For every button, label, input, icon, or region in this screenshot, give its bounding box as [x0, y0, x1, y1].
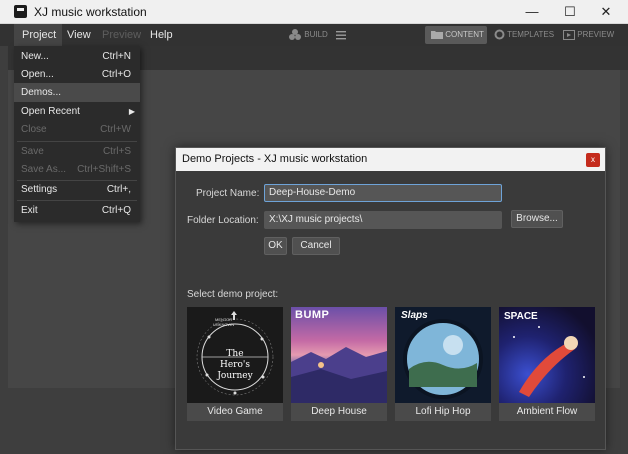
project-name-label: Project Name:	[196, 188, 260, 199]
menu-item-open-recent[interactable]: Open Recent ▶	[14, 102, 140, 121]
porthole-icon	[403, 319, 483, 399]
menu-item-label: Save	[21, 146, 44, 157]
content-label: CONTENT	[445, 30, 484, 39]
art-title: SPACE	[504, 311, 538, 322]
art-title: BUMP	[295, 309, 330, 321]
menu-project[interactable]: Project	[22, 29, 56, 41]
templates-icon	[494, 29, 505, 40]
minimize-button[interactable]: —	[514, 0, 550, 24]
menu-item-close[interactable]: Close Ctrl+W	[14, 120, 140, 139]
app-icon	[14, 5, 27, 18]
project-name-input[interactable]: Deep-House-Demo	[264, 184, 502, 202]
ambient-flow-artwork: SPACE	[499, 307, 595, 403]
close-window-button[interactable]: ✕	[588, 0, 624, 24]
menu-item-open[interactable]: Open... Ctrl+O	[14, 65, 140, 84]
deep-house-artwork: BUMP	[291, 307, 387, 403]
menu-item-shortcut: Ctrl+S	[102, 146, 131, 157]
window-title: XJ music workstation	[34, 5, 147, 19]
preview-icon	[563, 29, 575, 40]
video-game-artwork: MENTOR UNKNOWN The Hero's Journey	[187, 307, 283, 403]
demo-caption: Video Game	[207, 406, 263, 417]
menu-item-label: Save As...	[21, 164, 67, 175]
menu-item-demos[interactable]: Demos...	[14, 83, 140, 102]
cancel-button[interactable]: Cancel	[292, 237, 340, 255]
menu-item-shortcut: Ctrl+,	[106, 184, 131, 195]
art-title-line: The	[226, 349, 244, 359]
dialog-title: Demo Projects - XJ music workstation	[182, 153, 368, 165]
art-title-line: Hero's	[220, 360, 250, 370]
menu-item-shortcut: Ctrl+Q	[101, 205, 131, 216]
templates-label: TEMPLATES	[507, 30, 555, 39]
menu-preview[interactable]: Preview	[102, 29, 141, 41]
hamburger-icon[interactable]	[336, 30, 346, 40]
demo-tile-deep-house[interactable]: BUMP Deep House	[291, 307, 387, 421]
submenu-arrow-icon: ▶	[128, 107, 135, 116]
demo-tile-video-game[interactable]: MENTOR UNKNOWN The Hero's Journey Video …	[187, 307, 283, 421]
menu-item-save[interactable]: Save Ctrl+S	[14, 142, 140, 161]
dialog-title-bar: Demo Projects - XJ music workstation x	[176, 148, 605, 171]
menu-item-shortcut: Ctrl+O	[101, 69, 131, 80]
build-button[interactable]: BUILD	[288, 26, 328, 44]
menu-help[interactable]: Help	[150, 29, 173, 41]
select-demo-label: Select demo project:	[187, 289, 279, 300]
browse-button[interactable]: Browse...	[511, 210, 563, 228]
folder-icon	[431, 31, 443, 40]
ok-button[interactable]: OK	[264, 237, 287, 255]
art-title: The Hero's Journey	[187, 349, 283, 382]
menu-item-exit[interactable]: Exit Ctrl+Q	[14, 201, 140, 220]
landscape-icon	[291, 347, 387, 403]
menu-item-new[interactable]: New... Ctrl+N	[14, 47, 140, 66]
folder-location-label: Folder Location:	[187, 215, 259, 226]
menu-item-label: Open...	[21, 69, 54, 80]
demo-projects-dialog: Demo Projects - XJ music workstation x P…	[175, 147, 606, 450]
menu-item-label: Close	[21, 124, 47, 135]
menu-item-label: Demos...	[21, 87, 62, 98]
lofi-hip-hop-artwork: Slaps	[395, 307, 491, 403]
menu-item-label: Exit	[21, 205, 38, 216]
project-menu: New... Ctrl+N Open... Ctrl+O Demos... Op…	[14, 46, 140, 222]
demo-caption: Deep House	[311, 406, 367, 417]
menu-item-save-as[interactable]: Save As... Ctrl+Shift+S	[14, 160, 140, 179]
menu-item-shortcut: Ctrl+Shift+S	[77, 164, 131, 175]
menu-view[interactable]: View	[67, 29, 91, 41]
demo-tile-lofi-hip-hop[interactable]: Slaps Lofi Hip Hop	[395, 307, 491, 421]
title-bar: XJ music workstation — ☐ ✕	[0, 0, 628, 24]
art-small-text: UNKNOWN	[213, 322, 235, 327]
menu-item-settings[interactable]: Settings Ctrl+,	[14, 180, 140, 199]
demo-tile-ambient-flow[interactable]: SPACE Ambient Flow	[499, 307, 595, 421]
preview-label: PREVIEW	[577, 30, 615, 39]
preview-button[interactable]: PREVIEW	[563, 26, 614, 44]
menu-item-label: New...	[21, 51, 49, 62]
app-window: XJ music workstation — ☐ ✕ Project View …	[0, 0, 628, 454]
build-label: BUILD	[304, 30, 328, 39]
dialog-close-button[interactable]: x	[586, 153, 600, 167]
menu-item-label: Settings	[21, 184, 58, 195]
art-title-line: Journey	[217, 371, 253, 381]
content-button[interactable]: CONTENT	[425, 26, 487, 44]
demo-caption: Ambient Flow	[516, 406, 578, 417]
menu-item-shortcut: Ctrl+N	[102, 51, 131, 62]
art-title: Slaps	[401, 310, 428, 321]
folder-location-input[interactable]: X:\XJ music projects\	[264, 211, 502, 229]
demo-caption: Lofi Hip Hop	[415, 406, 471, 417]
menu-item-shortcut: Ctrl+W	[100, 124, 131, 135]
menu-item-label: Open Recent	[21, 106, 80, 117]
templates-button[interactable]: TEMPLATES	[494, 26, 554, 44]
build-icon	[289, 28, 301, 40]
maximize-button[interactable]: ☐	[552, 0, 588, 24]
